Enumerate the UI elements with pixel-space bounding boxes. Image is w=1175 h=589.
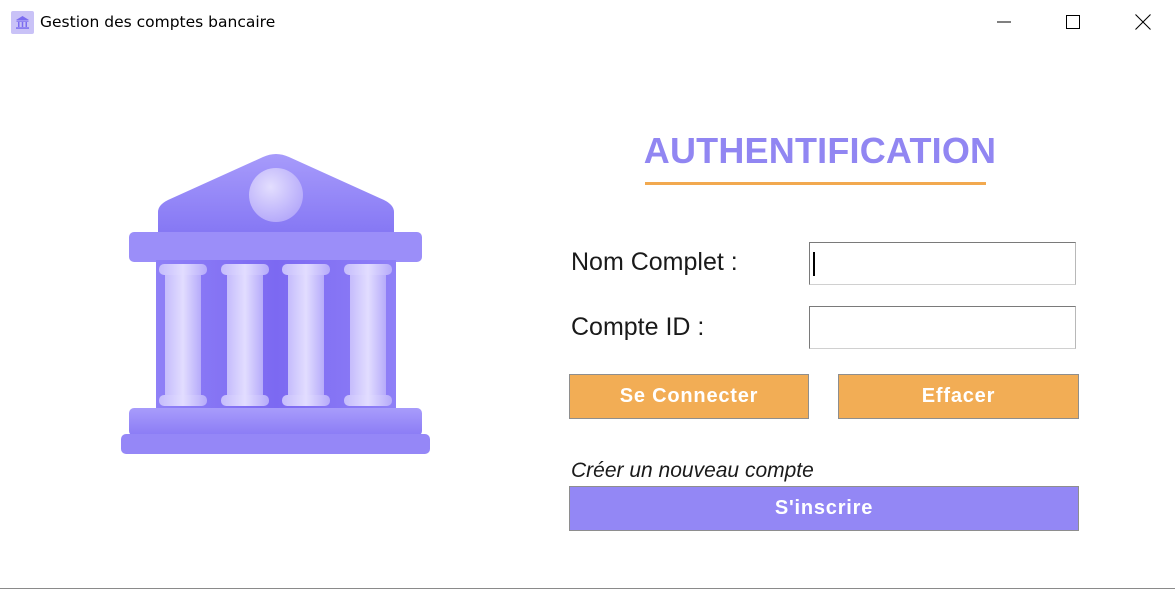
minimize-icon (997, 21, 1011, 23)
minimize-button[interactable] (981, 0, 1027, 44)
window-title: Gestion des comptes bancaire (40, 13, 276, 31)
clear-button[interactable]: Effacer (838, 374, 1079, 419)
maximize-icon (1066, 15, 1080, 29)
maximize-button[interactable] (1050, 0, 1096, 44)
compte-id-label: Compte ID : (571, 313, 705, 341)
signup-button[interactable]: S'inscrire (569, 486, 1079, 531)
close-icon (1135, 14, 1151, 30)
connect-button[interactable]: Se Connecter (569, 374, 809, 419)
bank-building-icon (118, 150, 434, 460)
nom-complet-label: Nom Complet : (571, 248, 738, 276)
close-button[interactable] (1120, 0, 1166, 44)
app-window: Gestion des comptes bancaire AUTHENTIFIC… (0, 0, 1175, 589)
create-account-label: Créer un nouveau compte (571, 459, 814, 482)
title-bar[interactable]: Gestion des comptes bancaire (0, 0, 1175, 44)
text-caret (813, 252, 815, 276)
nom-complet-input[interactable] (809, 242, 1076, 285)
auth-title: AUTHENTIFICATION (643, 130, 997, 171)
bank-icon (11, 11, 34, 34)
title-underline (645, 182, 986, 185)
compte-id-input[interactable] (809, 306, 1076, 349)
